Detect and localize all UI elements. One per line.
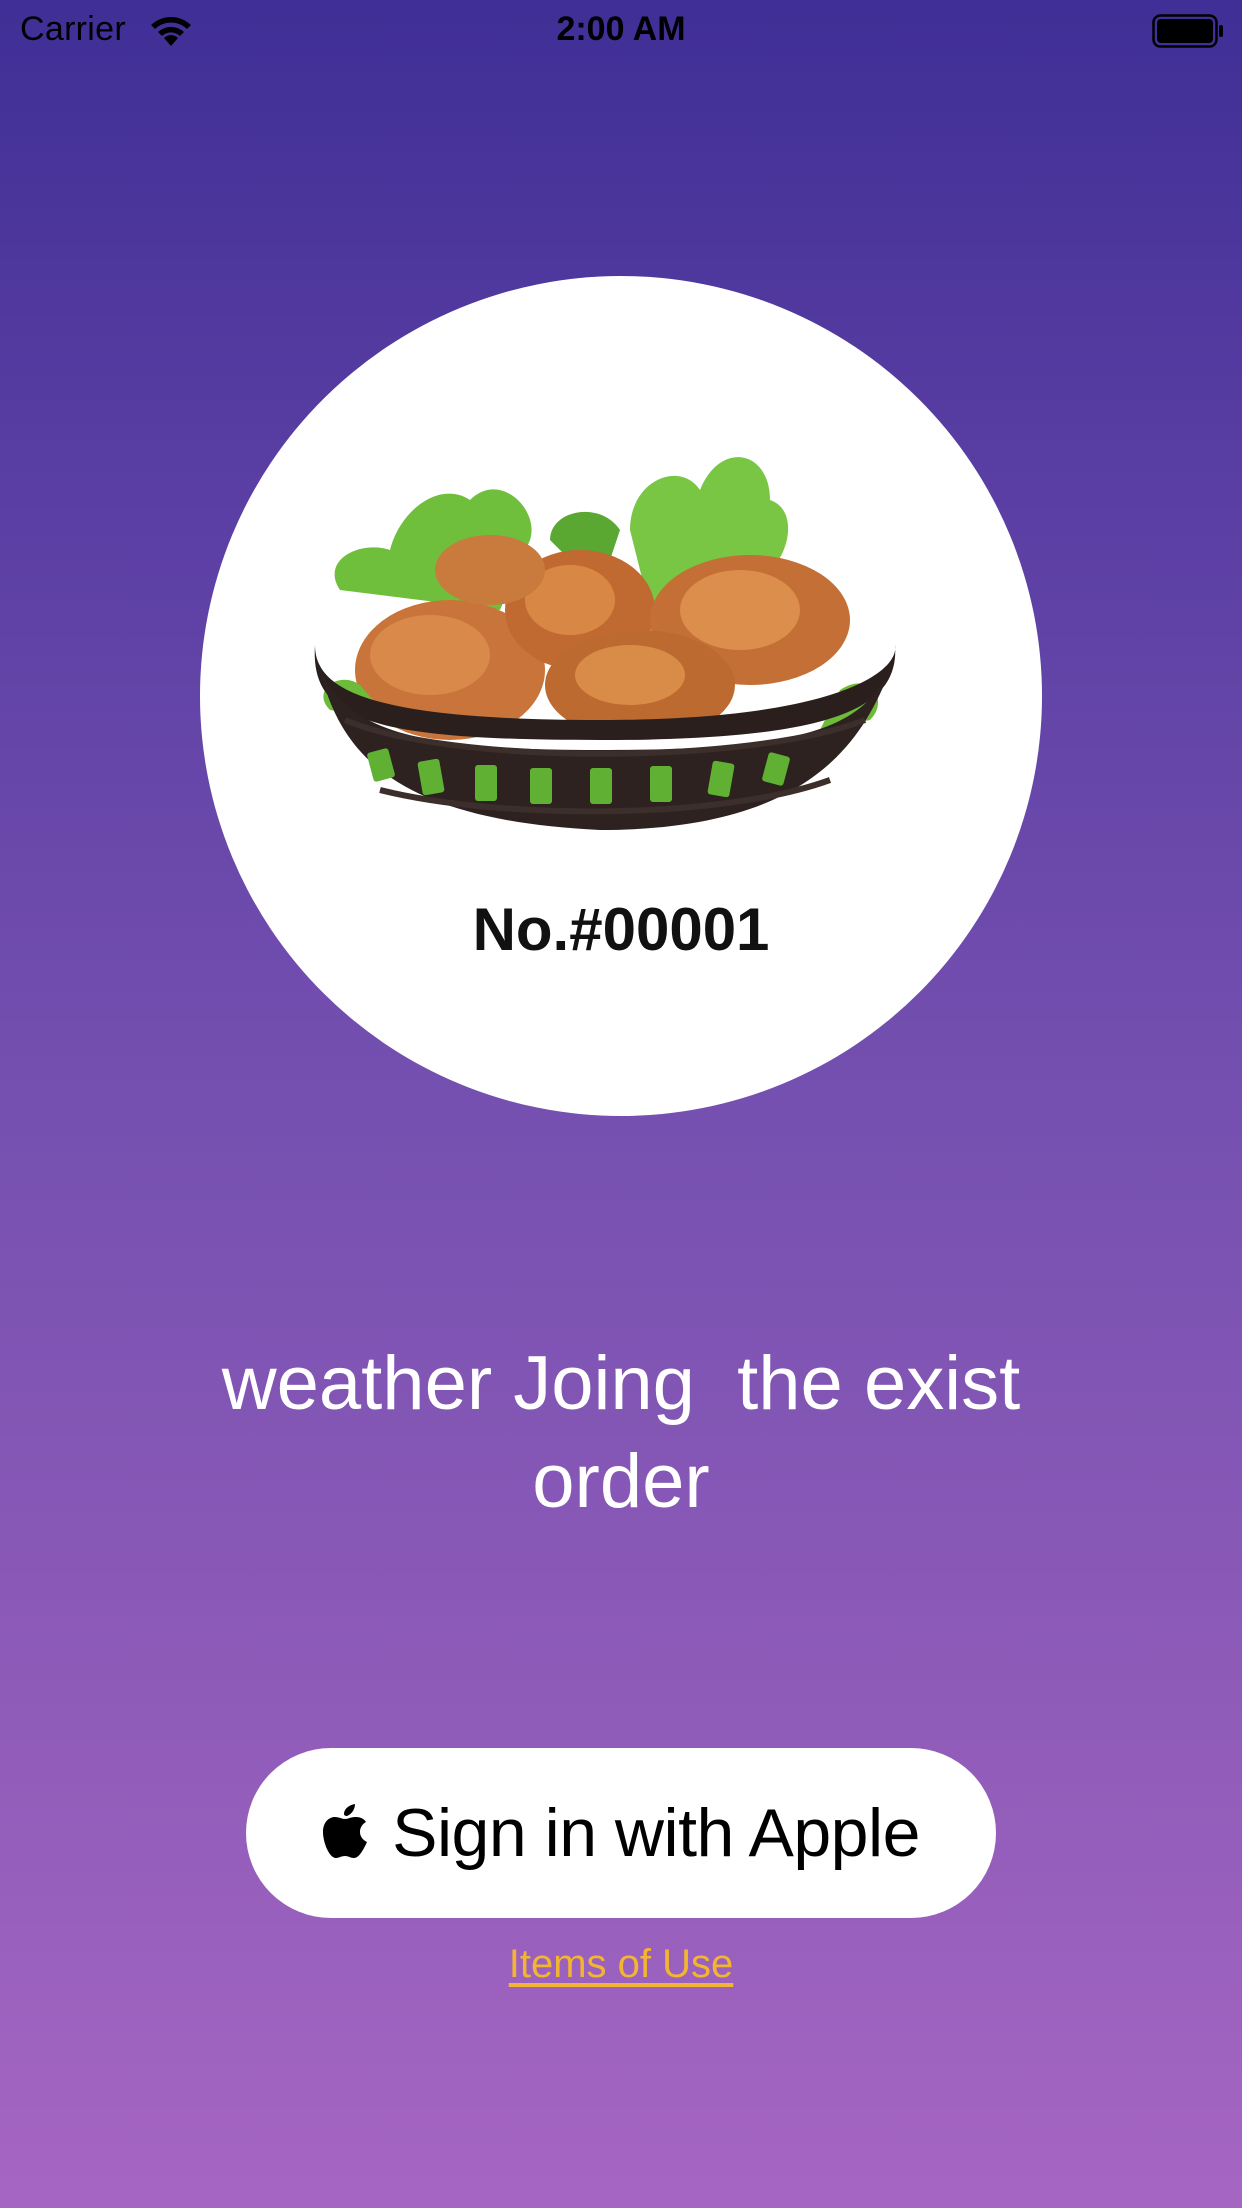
status-bar: Carrier 2:00 AM	[0, 0, 1242, 62]
join-order-screen: Carrier 2:00 AM No.#00001 weather Joing …	[0, 0, 1242, 2208]
sign-in-with-apple-label: Sign in with Apple	[392, 1795, 920, 1871]
fried-chicken-basket-image	[314, 457, 896, 830]
order-number: No.#00001	[472, 896, 770, 963]
terms-of-use-link[interactable]: Items of Use	[0, 1942, 1242, 1987]
apple-logo-icon	[323, 1804, 368, 1858]
sign-in-with-apple-button[interactable]: Sign in with Apple	[246, 1748, 996, 1918]
battery-icon	[1152, 14, 1223, 48]
join-prompt-text: weather Joing the exist order	[221, 1341, 1021, 1524]
status-time: 2:00 AM	[556, 10, 686, 48]
